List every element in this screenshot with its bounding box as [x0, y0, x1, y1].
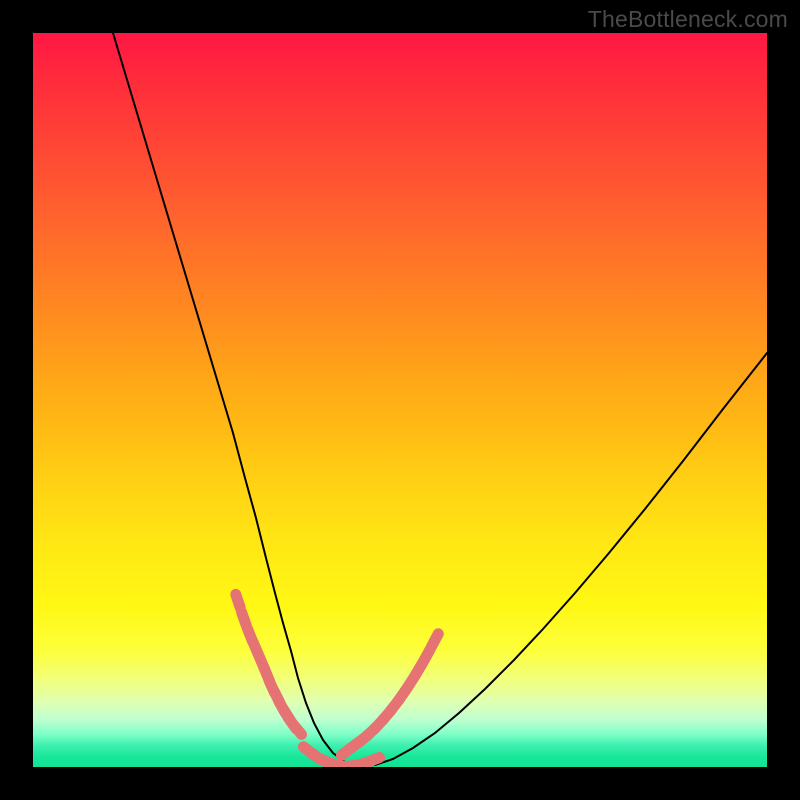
bottleneck-curve-path	[113, 33, 767, 766]
curve-svg	[33, 33, 767, 767]
highlight-dot	[366, 758, 379, 763]
chart-frame: TheBottleneck.com	[0, 0, 800, 800]
highlight-dot	[432, 634, 439, 646]
highlight-dot	[236, 594, 240, 607]
watermark-text: TheBottleneck.com	[588, 6, 788, 33]
highlight-dot	[293, 724, 302, 735]
plot-area	[33, 33, 767, 767]
